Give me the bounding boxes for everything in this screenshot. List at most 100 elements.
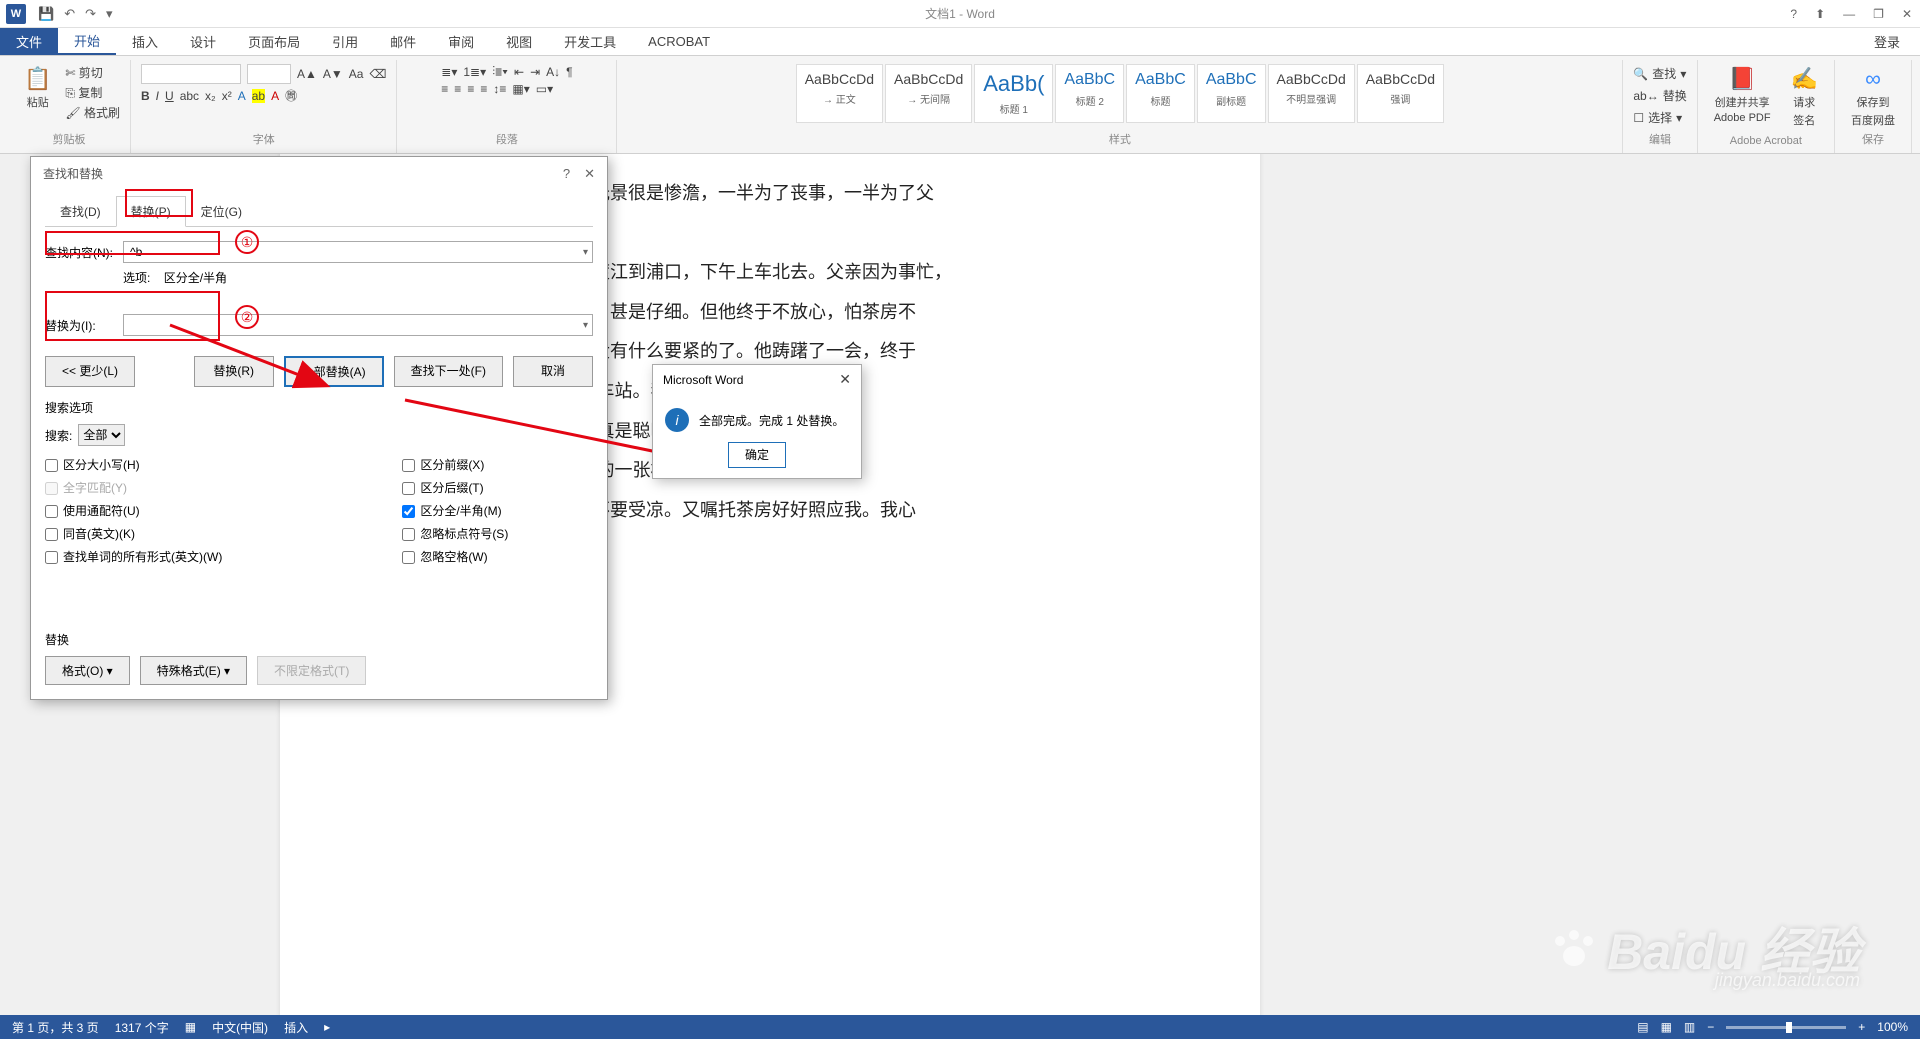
dialog-close-icon[interactable]: ✕	[584, 166, 595, 182]
numbering-icon[interactable]: 1≣▾	[463, 65, 486, 79]
checkbox-option[interactable]: 忽略空格(W)	[402, 548, 508, 565]
highlight-icon[interactable]: ab	[252, 89, 265, 103]
style-item[interactable]: AaBbCcDd不明显强调	[1268, 64, 1355, 123]
tab-acrobat[interactable]: ACROBAT	[632, 28, 726, 55]
sort-icon[interactable]: A↓	[546, 65, 560, 79]
subscript-button[interactable]: x₂	[205, 89, 216, 103]
special-format-button[interactable]: 特殊格式(E) ▾	[140, 656, 247, 685]
less-button[interactable]: << 更少(L)	[45, 356, 135, 387]
save-baidu-button[interactable]: ∞保存到百度网盘	[1845, 64, 1901, 130]
find-button[interactable]: 🔍 查找 ▾	[1633, 64, 1686, 83]
multilevel-icon[interactable]: ⫶≣▾	[492, 64, 508, 79]
text-effects-icon[interactable]: A	[238, 89, 246, 103]
style-item[interactable]: AaBb(标题 1	[974, 64, 1053, 123]
bullets-icon[interactable]: ≣▾	[441, 65, 457, 79]
view-web-icon[interactable]: ▥	[1684, 1020, 1695, 1034]
strike-button[interactable]: abc	[180, 89, 199, 103]
undo-icon[interactable]: ↶	[64, 6, 75, 22]
increase-indent-icon[interactable]: ⇥	[530, 65, 540, 79]
close-icon[interactable]: ✕	[1902, 7, 1912, 21]
request-sign-button[interactable]: ✍请求签名	[1785, 64, 1824, 130]
tab-find[interactable]: 查找(D)	[45, 196, 116, 227]
checkbox-option[interactable]: 查找单词的所有形式(英文)(W)	[45, 548, 222, 565]
format-painter-button[interactable]: 🖌 格式刷	[65, 104, 120, 121]
copy-button[interactable]: ⎘ 复制	[65, 84, 120, 101]
tab-insert[interactable]: 插入	[116, 28, 174, 55]
style-item[interactable]: AaBbCcDd→ 正文	[796, 64, 883, 123]
msgbox-ok-button[interactable]: 确定	[728, 442, 786, 468]
status-lang[interactable]: 中文(中国)	[212, 1019, 268, 1036]
style-item[interactable]: AaBbCcDd→ 无间隔	[885, 64, 972, 123]
checkbox-option[interactable]: 区分全/半角(M)	[402, 502, 508, 519]
align-right-icon[interactable]: ≡	[467, 82, 474, 96]
cancel-button[interactable]: 取消	[513, 356, 593, 387]
status-words[interactable]: 1317 个字	[115, 1019, 169, 1036]
change-case-icon[interactable]: Aa	[349, 67, 364, 81]
tab-replace[interactable]: 替换(P)	[116, 196, 186, 227]
dialog-help-icon[interactable]: ?	[563, 166, 570, 182]
shading-icon[interactable]: ▦▾	[512, 82, 529, 96]
maximize-icon[interactable]: ❐	[1873, 7, 1884, 21]
grow-font-icon[interactable]: A▲	[297, 67, 317, 81]
format-button[interactable]: 格式(O) ▾	[45, 656, 130, 685]
search-dir-select[interactable]: 全部	[78, 424, 125, 446]
tab-view[interactable]: 视图	[490, 28, 548, 55]
select-button[interactable]: ☐ 选择 ▾	[1633, 108, 1686, 127]
create-pdf-button[interactable]: 📕创建并共享Adobe PDF	[1708, 64, 1777, 126]
show-marks-icon[interactable]: ¶	[566, 65, 572, 79]
borders-icon[interactable]: ▭▾	[536, 82, 553, 96]
zoom-in-icon[interactable]: +	[1858, 1020, 1865, 1034]
align-left-icon[interactable]: ≡	[441, 82, 448, 96]
checkbox-option[interactable]: 同音(英文)(K)	[45, 525, 222, 542]
font-family-input[interactable]	[141, 64, 241, 84]
checkbox-option[interactable]: 区分前缀(X)	[402, 456, 508, 473]
replace-input[interactable]	[123, 314, 593, 336]
paste-button[interactable]: 📋粘贴	[18, 64, 57, 112]
replace-button[interactable]: ab↔ 替换	[1633, 86, 1686, 105]
align-justify-icon[interactable]: ≡	[480, 82, 487, 96]
status-page[interactable]: 第 1 页，共 3 页	[12, 1019, 99, 1036]
zoom-slider[interactable]	[1726, 1026, 1846, 1029]
line-spacing-icon[interactable]: ↕≡	[493, 82, 506, 96]
status-insert[interactable]: 插入	[284, 1019, 308, 1036]
enclose-char-icon[interactable]: ㉄	[285, 87, 297, 104]
checkbox-option[interactable]: 忽略标点符号(S)	[402, 525, 508, 542]
cut-button[interactable]: ✄ 剪切	[65, 64, 120, 81]
view-print-icon[interactable]: ▦	[1661, 1020, 1672, 1034]
clear-format-icon[interactable]: ⌫	[369, 67, 386, 81]
login-link[interactable]: 登录	[1874, 32, 1900, 51]
tab-layout[interactable]: 页面布局	[232, 28, 316, 55]
checkbox-option[interactable]: 区分后缀(T)	[402, 479, 508, 496]
tab-file[interactable]: 文件	[0, 28, 58, 55]
status-macro-icon[interactable]: ▸	[324, 1020, 330, 1034]
replace-all-button[interactable]: 全部替换(A)	[284, 356, 384, 387]
save-icon[interactable]: 💾	[38, 6, 54, 22]
underline-button[interactable]: U	[165, 89, 174, 103]
view-read-icon[interactable]: ▤	[1637, 1020, 1648, 1034]
qat-dropdown-icon[interactable]: ▾	[106, 6, 113, 22]
tab-review[interactable]: 审阅	[432, 28, 490, 55]
find-next-button[interactable]: 查找下一处(F)	[394, 356, 503, 387]
decrease-indent-icon[interactable]: ⇤	[514, 65, 524, 79]
redo-icon[interactable]: ↷	[85, 6, 96, 22]
ribbon-display-icon[interactable]: ⬆	[1815, 7, 1825, 21]
style-gallery[interactable]: AaBbCcDd→ 正文AaBbCcDd→ 无间隔AaBb(标题 1AaBbC标…	[796, 64, 1444, 123]
style-item[interactable]: AaBbC标题	[1126, 64, 1195, 123]
italic-button[interactable]: I	[156, 89, 159, 103]
superscript-button[interactable]: x²	[222, 89, 232, 103]
find-input[interactable]: ^b	[123, 241, 593, 263]
tab-references[interactable]: 引用	[316, 28, 374, 55]
msgbox-close-icon[interactable]: ✕	[839, 371, 851, 388]
zoom-level[interactable]: 100%	[1877, 1020, 1908, 1034]
style-item[interactable]: AaBbC副标题	[1197, 64, 1266, 123]
align-center-icon[interactable]: ≡	[454, 82, 461, 96]
replace-one-button[interactable]: 替换(R)	[194, 356, 274, 387]
tab-developer[interactable]: 开发工具	[548, 28, 632, 55]
shrink-font-icon[interactable]: A▼	[323, 67, 343, 81]
font-size-input[interactable]	[247, 64, 291, 84]
style-item[interactable]: AaBbC标题 2	[1055, 64, 1124, 123]
zoom-out-icon[interactable]: −	[1707, 1020, 1714, 1034]
status-lang-icon[interactable]: ▦	[185, 1020, 196, 1034]
style-item[interactable]: AaBbCcDd强调	[1357, 64, 1444, 123]
checkbox-option[interactable]: 区分大小写(H)	[45, 456, 222, 473]
